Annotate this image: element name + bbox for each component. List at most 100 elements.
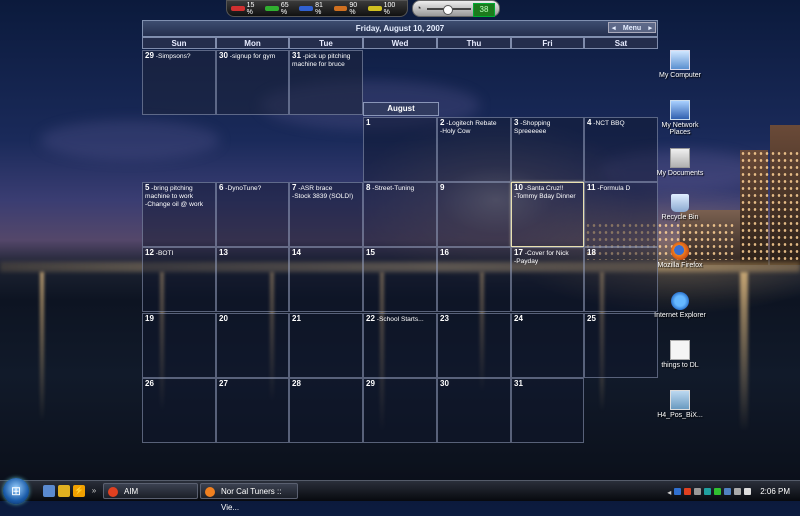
- calendar-day-cell[interactable]: 6 -DynoTune?: [216, 182, 289, 247]
- calendar-day-cell[interactable]: 30: [437, 378, 511, 443]
- day-number: 2: [440, 118, 445, 127]
- day-event-text: 10 -Santa Cruz!! -Tommy Bday Dinner: [514, 184, 581, 201]
- calendar-day-cell[interactable]: 4 -NCT BBQ: [584, 117, 658, 182]
- computer-icon: [670, 50, 690, 70]
- desktop-icon-label: Recycle Bin: [661, 214, 699, 221]
- tray-app-icon[interactable]: [704, 487, 712, 495]
- calendar-day-cell[interactable]: 1: [363, 117, 437, 182]
- taskbar-button-1[interactable]: Nor Cal Tuners :: Vie...: [200, 483, 298, 512]
- day-event-text: 31: [514, 380, 581, 389]
- winamp-quicklaunch-icon[interactable]: ⚡: [73, 485, 85, 497]
- calendar-day-cell[interactable]: 28: [289, 378, 363, 443]
- system-tray: ◂ 2:06 PM: [650, 481, 800, 501]
- calendar-day-cell[interactable]: 10 -Santa Cruz!! -Tommy Bday Dinner: [511, 182, 584, 247]
- desktop-icon-label: My Network Places: [661, 122, 699, 136]
- desktop-icon-0[interactable]: My Computer: [651, 50, 709, 79]
- calendar-day-cell[interactable]: 22 -School Starts...: [363, 313, 437, 378]
- recycle-bin-icon: [671, 194, 689, 212]
- day-number: 12: [145, 248, 154, 257]
- desktop-icon-5[interactable]: Internet Explorer: [651, 292, 709, 319]
- day-number: 26: [145, 379, 154, 388]
- quicklaunch-overflow-icon[interactable]: »: [88, 485, 100, 497]
- calendar-day-cell[interactable]: 20: [216, 313, 289, 378]
- event-text: -Street-Tuning: [372, 185, 415, 192]
- desktop-icon-label: Mozilla Firefox: [657, 262, 703, 269]
- meter-bar-icon: [265, 6, 279, 11]
- month-label: August: [363, 102, 439, 116]
- day-event-text: 7 -ASR brace -Stock 3839 (SOLD!): [292, 184, 360, 201]
- calendar-day-cell[interactable]: 7 -ASR brace -Stock 3839 (SOLD!): [289, 182, 363, 247]
- calendar-day-cell[interactable]: 26: [142, 378, 216, 443]
- tray-app-icon[interactable]: [674, 487, 682, 495]
- calendar-day-cell[interactable]: 14: [289, 247, 363, 312]
- clock[interactable]: 2:06 PM: [760, 487, 790, 496]
- signal-icon[interactable]: [714, 487, 722, 495]
- day-number: 9: [440, 183, 445, 192]
- calendar-day-cell[interactable]: 21: [289, 313, 363, 378]
- start-button[interactable]: ⊞: [3, 478, 29, 504]
- calendar-day-cell[interactable]: 16: [437, 247, 511, 312]
- day-number: 5: [145, 183, 150, 192]
- taskbar-button-0[interactable]: AIM: [103, 483, 198, 499]
- calendar-day-cell[interactable]: 8 -Street-Tuning: [363, 182, 437, 247]
- meter-2: 81 %: [299, 2, 330, 16]
- calendar-day-cell[interactable]: 11 -Formula D: [584, 182, 658, 247]
- day-number: 29: [366, 379, 375, 388]
- desktop-icon-label: H4_Pos_BiX...: [657, 412, 703, 419]
- desktop-icon-7[interactable]: H4_Pos_BiX...: [651, 390, 709, 419]
- chevron-left-icon[interactable]: ◂: [612, 23, 616, 32]
- calendar-day-cell[interactable]: 31: [511, 378, 584, 443]
- calendar-day-cell[interactable]: 17 -Cover for Nick -Payday: [511, 247, 584, 312]
- desktop-icon-6[interactable]: things to DL: [651, 340, 709, 369]
- tray-app-icon[interactable]: [694, 487, 702, 495]
- day-number: 8: [366, 183, 371, 192]
- tray-aim-icon[interactable]: [684, 487, 692, 495]
- meter-bar-icon: [367, 6, 382, 11]
- calendar-day-cell[interactable]: 23: [437, 313, 511, 378]
- event-text: -DynoTune?: [225, 185, 262, 192]
- meter-bar-icon: [299, 6, 314, 11]
- calendar-day-cell[interactable]: 31 -pick up pitching machine for bruce: [289, 50, 363, 115]
- calendar-header: Friday, August 10, 2007 ◂ Menu ▸: [142, 20, 658, 37]
- calendar-day-cell[interactable]: 30 -signup for gym: [216, 50, 289, 115]
- meter-value: 15 %: [246, 1, 255, 16]
- event-text: -Cover for Nick -Payday: [514, 250, 569, 265]
- meter-0: 15 %: [231, 2, 262, 16]
- calendar-day-cell[interactable]: 15: [363, 247, 437, 312]
- desktop-icon-4[interactable]: Mozilla Firefox: [651, 242, 709, 269]
- calendar-day-cell[interactable]: 25: [584, 313, 658, 378]
- show-desktop-icon[interactable]: [43, 485, 55, 497]
- day-event-text: 23: [440, 315, 508, 324]
- calendar-day-cell[interactable]: 9: [437, 182, 511, 247]
- day-event-text: 20: [219, 315, 286, 324]
- day-number: 16: [440, 248, 449, 257]
- calendar-day-cell[interactable]: 24: [511, 313, 584, 378]
- desktop-icon-3[interactable]: Recycle Bin: [651, 194, 709, 221]
- calendar-day-cell[interactable]: 13: [216, 247, 289, 312]
- day-number: 24: [514, 314, 523, 323]
- chevron-right-icon[interactable]: ▸: [648, 23, 652, 32]
- volume-gadget[interactable]: ◔ 38: [412, 0, 500, 17]
- volume-slider-knob[interactable]: [443, 5, 453, 15]
- aim-quicklaunch-icon[interactable]: [58, 485, 70, 497]
- calendar-day-cell[interactable]: 2 -Logitech Rebate -Holy Cow: [437, 117, 511, 182]
- day-event-text: 19: [145, 315, 213, 324]
- weekday-header-sun: Sun: [142, 37, 216, 49]
- firefox-icon: [671, 242, 689, 260]
- calendar-day-cell[interactable]: 29 -Simpsons?: [142, 50, 216, 115]
- calendar-day-cell[interactable]: 5 -bring pitching machine to work -Chang…: [142, 182, 216, 247]
- desktop-icon-1[interactable]: My Network Places: [651, 100, 709, 136]
- desktop-icon-2[interactable]: My Documents: [651, 148, 709, 177]
- day-number: 7: [292, 183, 297, 192]
- volume-tray-icon[interactable]: [734, 487, 742, 495]
- power-icon[interactable]: [744, 487, 752, 495]
- calendar-day-cell[interactable]: 27: [216, 378, 289, 443]
- calendar-day-cell[interactable]: 18: [584, 247, 658, 312]
- calendar-day-cell[interactable]: 19: [142, 313, 216, 378]
- calendar-menu-button[interactable]: ◂ Menu ▸: [608, 22, 656, 33]
- calendar-day-cell[interactable]: 3 -Shopping Spreeeeee: [511, 117, 584, 182]
- calendar-day-cell[interactable]: 29: [363, 378, 437, 443]
- calendar-day-cell[interactable]: 12 -BOTI: [142, 247, 216, 312]
- network-tray-icon[interactable]: [724, 487, 732, 495]
- tray-arrow-icon[interactable]: ◂: [667, 488, 671, 497]
